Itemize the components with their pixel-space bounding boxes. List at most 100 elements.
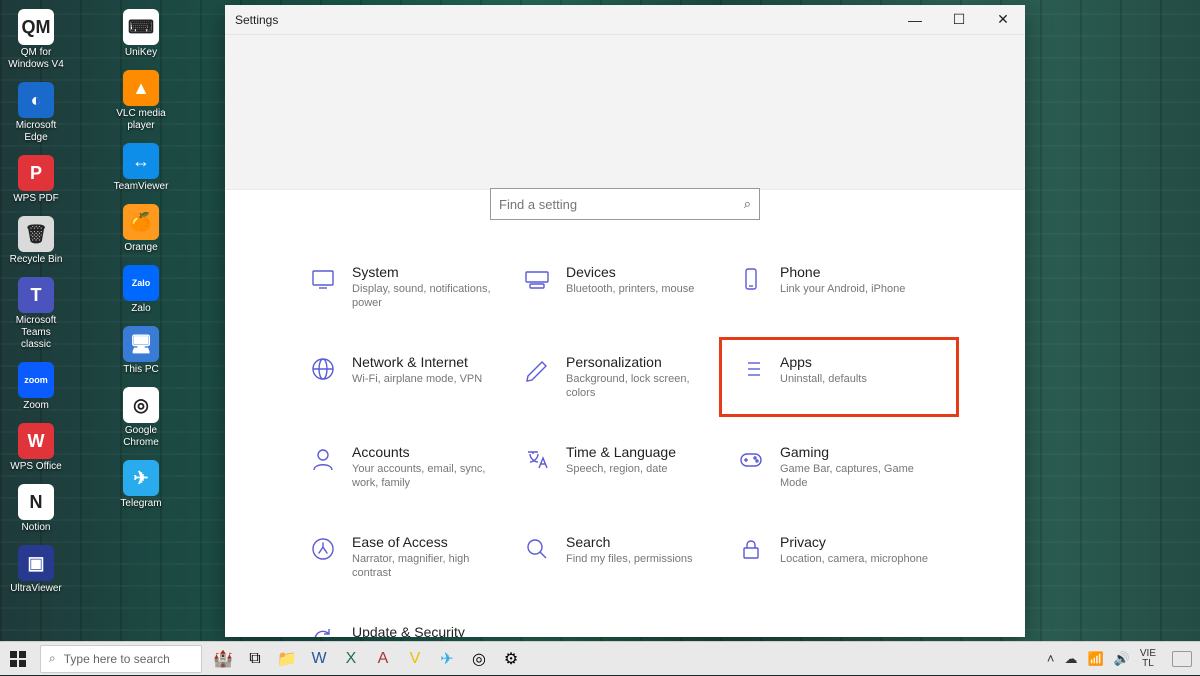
desktop-icon[interactable]: 🗑 Recycle Bin bbox=[4, 216, 68, 266]
app-icon: P bbox=[18, 155, 54, 191]
tray-wifi-icon[interactable]: 📶 bbox=[1088, 651, 1104, 667]
app-icon: W bbox=[18, 423, 54, 459]
desktop-icon-label: UltraViewer bbox=[10, 583, 62, 595]
taskbar-app-excel[interactable]: X bbox=[336, 644, 366, 674]
settings-category-gaming[interactable]: GamingGame Bar, captures, Game Mode bbox=[734, 442, 944, 492]
taskbar-app-word[interactable]: W bbox=[304, 644, 334, 674]
desktop-icon-label: VLC media player bbox=[110, 108, 172, 132]
settings-hero bbox=[225, 35, 1025, 190]
search-icon: ⌕ bbox=[49, 651, 56, 666]
settings-category-ease-of-access[interactable]: Ease of Access Narrator, magnifier, high … bbox=[306, 532, 516, 582]
desktop-icon[interactable]: zoomZoom bbox=[4, 362, 68, 412]
category-description: Uninstall, defaults bbox=[780, 372, 867, 386]
taskbar-app-settings[interactable]: ⚙ bbox=[496, 644, 526, 674]
taskview-button[interactable]: ⧉ bbox=[240, 644, 270, 674]
settings-category-phone[interactable]: PhoneLink your Android, iPhone bbox=[734, 262, 944, 312]
app-icon: ◎ bbox=[123, 387, 159, 423]
desktop-icon[interactable]: WWPS Office bbox=[4, 423, 68, 473]
category-description: Bluetooth, printers, mouse bbox=[566, 282, 694, 296]
desktop-icon[interactable]: ⌨UniKey bbox=[109, 9, 173, 59]
desktop-icon[interactable]: ▣UltraViewer bbox=[4, 545, 68, 595]
desktop-icons-area: QMQM for Windows V4 ◐Microsoft Edge PWPS P… bbox=[4, 6, 214, 626]
user-icon bbox=[308, 444, 338, 474]
desktop-icon[interactable]: ◐Microsoft Edge bbox=[4, 82, 68, 144]
desktop-icon[interactable]: ▲VLC media player bbox=[109, 70, 173, 132]
monitor-icon bbox=[308, 264, 338, 294]
system-tray: ˄ ☁ 📶 🔊 VIE TL bbox=[1047, 649, 1200, 669]
category-title: Apps bbox=[780, 354, 867, 370]
desktop-icon[interactable]: PWPS PDF bbox=[4, 155, 68, 205]
desktop-icon[interactable]: ✈Telegram bbox=[109, 460, 173, 510]
desktop-icon-label: Orange bbox=[124, 242, 157, 254]
settings-search-box[interactable]: ⌕ bbox=[490, 188, 760, 220]
settings-category-devices[interactable]: Devices Bluetooth, printers, mouse bbox=[520, 262, 730, 312]
app-icon: QM bbox=[18, 9, 54, 45]
settings-body: ⌕ SystemDisplay, sound, notifications, p… bbox=[225, 35, 1025, 637]
close-button[interactable]: ✕ bbox=[981, 5, 1025, 35]
tray-volume-icon[interactable]: 🔊 bbox=[1114, 651, 1130, 667]
lock-icon bbox=[736, 534, 766, 564]
taskbar-app-chrome[interactable]: ◎ bbox=[464, 644, 494, 674]
tray-onedrive-icon[interactable]: ☁ bbox=[1065, 651, 1078, 667]
settings-category-update-security[interactable]: Update & SecurityWindows Update, recover… bbox=[306, 622, 516, 637]
lang-icon bbox=[522, 444, 552, 474]
category-description: Display, sound, notifications, power bbox=[352, 282, 502, 310]
list-icon bbox=[736, 354, 766, 384]
settings-category-personalization[interactable]: PersonalizationBackground, lock screen, … bbox=[520, 352, 730, 402]
windows-logo-icon bbox=[10, 651, 26, 667]
start-button[interactable] bbox=[0, 642, 36, 676]
taskbar-app-telegram[interactable]: ✈ bbox=[432, 644, 462, 674]
category-description: Your accounts, email, sync, work, family bbox=[352, 462, 502, 490]
keyboard-icon bbox=[522, 264, 552, 294]
desktop-icon-label: Microsoft Edge bbox=[5, 120, 67, 144]
category-description: Location, camera, microphone bbox=[780, 552, 928, 566]
window-controls: — ☐ ✕ bbox=[893, 5, 1025, 35]
taskbar-app-explorer[interactable]: 📁 bbox=[272, 644, 302, 674]
phone-icon bbox=[736, 264, 766, 294]
settings-category-grid: SystemDisplay, sound, notifications, pow… bbox=[225, 262, 1025, 637]
app-icon: 🗑 bbox=[18, 216, 54, 252]
tray-notifications-button[interactable] bbox=[1172, 651, 1192, 667]
search-icon: ⌕ bbox=[744, 196, 751, 212]
window-titlebar: Settings — ☐ ✕ bbox=[225, 5, 1025, 35]
tray-language-indicator[interactable]: VIE TL bbox=[1140, 649, 1156, 669]
category-title: Phone bbox=[780, 264, 905, 280]
desktop-icon[interactable]: ZaloZalo bbox=[109, 265, 173, 315]
category-title: Ease of Access bbox=[352, 534, 502, 550]
desktop-icon[interactable]: ↔TeamViewer bbox=[109, 143, 173, 193]
minimize-button[interactable]: — bbox=[893, 5, 937, 35]
desktop-icon[interactable]: QMQM for Windows V4 bbox=[4, 9, 68, 71]
desktop-icon-label: Notion bbox=[22, 522, 51, 534]
taskbar-app-access[interactable]: A bbox=[368, 644, 398, 674]
category-description: Narrator, magnifier, high contrast bbox=[352, 552, 502, 580]
desktop-icon-label: UniKey bbox=[125, 47, 157, 59]
settings-category-accounts[interactable]: AccountsYour accounts, email, sync, work… bbox=[306, 442, 516, 492]
tray-chevron-icon[interactable]: ˄ bbox=[1047, 651, 1055, 666]
category-title: Search bbox=[566, 534, 693, 550]
settings-category-system[interactable]: SystemDisplay, sound, notifications, pow… bbox=[306, 262, 516, 312]
settings-category-time-language[interactable]: Time & LanguageSpeech, region, date bbox=[520, 442, 730, 492]
settings-category-network-internet[interactable]: Network & InternetWi-Fi, airplane mode, … bbox=[306, 352, 516, 402]
category-title: Devices bbox=[566, 264, 694, 280]
desktop-icon[interactable]: ◎Google Chrome bbox=[109, 387, 173, 449]
desktop-icon-label: QM for Windows V4 bbox=[5, 47, 67, 71]
taskbar-app-v[interactable]: V bbox=[400, 644, 430, 674]
settings-search-input[interactable] bbox=[499, 197, 744, 212]
desktop-icon-label: Recycle Bin bbox=[10, 254, 63, 266]
access-icon bbox=[308, 534, 338, 564]
taskbar-search[interactable]: ⌕ Type here to search bbox=[40, 645, 202, 673]
maximize-button[interactable]: ☐ bbox=[937, 5, 981, 35]
taskbar: ⌕ Type here to search 🏰 ⧉ 📁 W X A V ✈ ◎ … bbox=[0, 641, 1200, 675]
window-title: Settings bbox=[225, 13, 278, 27]
app-icon: zoom bbox=[18, 362, 54, 398]
settings-category-privacy[interactable]: PrivacyLocation, camera, microphone bbox=[734, 532, 944, 582]
settings-category-search[interactable]: SearchFind my files, permissions bbox=[520, 532, 730, 582]
desktop-icon[interactable]: 🖥This PC bbox=[109, 326, 173, 376]
settings-category-apps[interactable]: Apps Uninstall, defaults bbox=[734, 352, 944, 402]
desktop-icon[interactable]: TMicrosoft Teams classic bbox=[4, 277, 68, 351]
taskbar-app-castle[interactable]: 🏰 bbox=[208, 644, 238, 674]
desktop-icon[interactable]: NNotion bbox=[4, 484, 68, 534]
app-icon: ▲ bbox=[123, 70, 159, 106]
desktop-icon[interactable]: 🍊Orange bbox=[109, 204, 173, 254]
sync-icon bbox=[308, 624, 338, 637]
